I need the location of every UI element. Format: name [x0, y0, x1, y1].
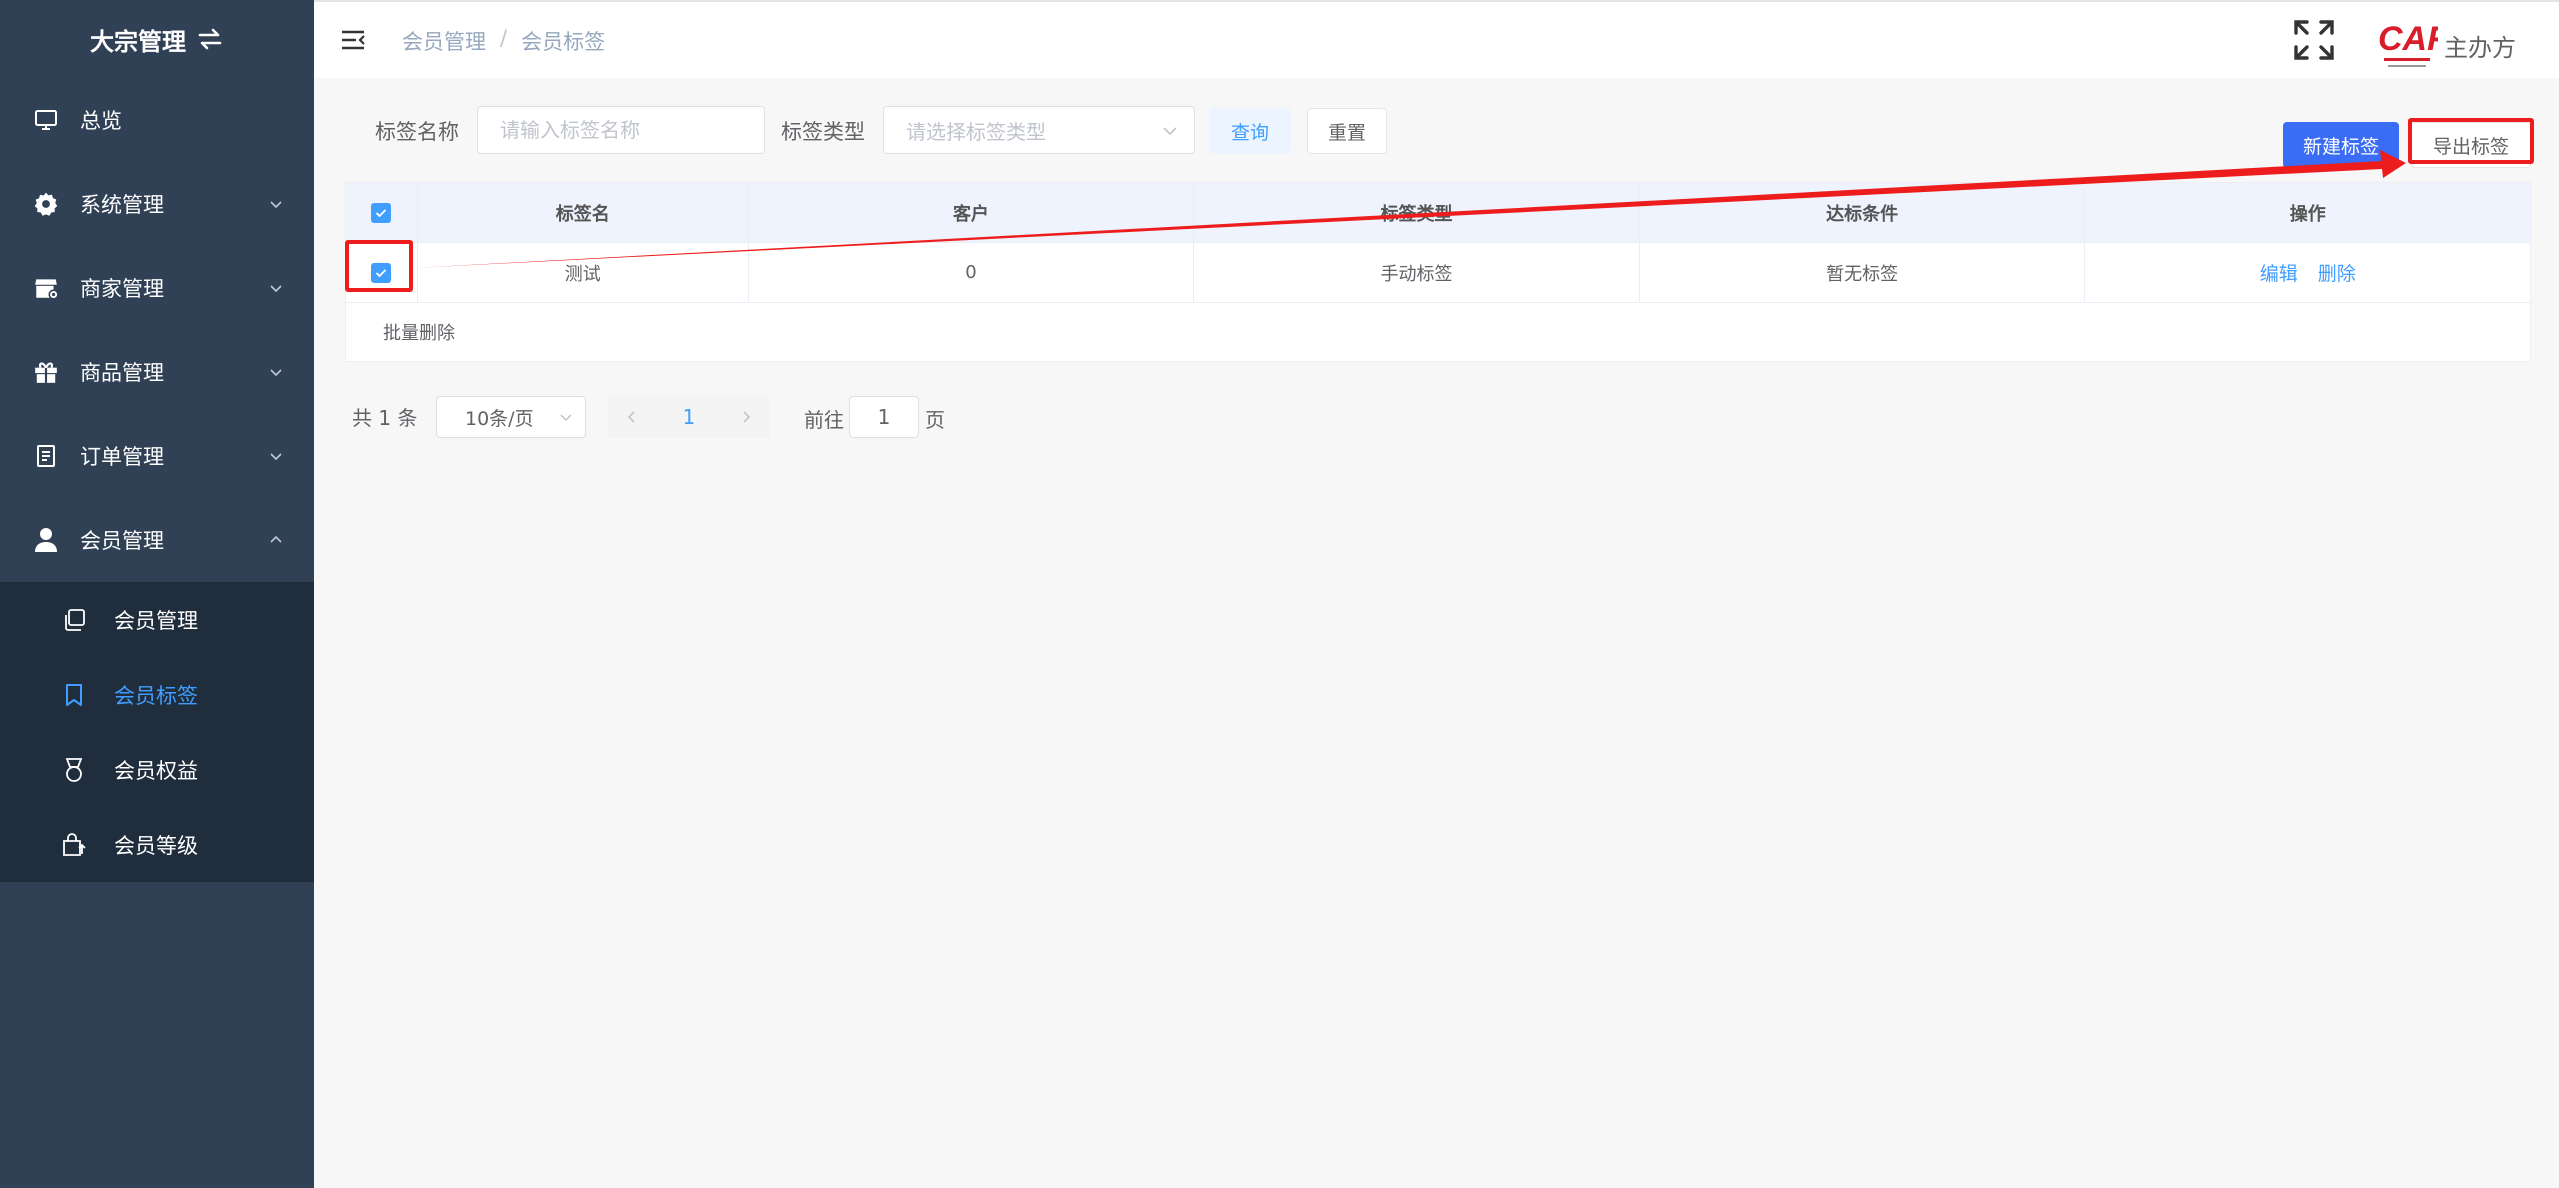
fullscreen-icon[interactable]: [2292, 18, 2336, 62]
submenu-item-label: 会员等级: [114, 833, 198, 858]
tag-name-cell: 测试: [418, 243, 749, 302]
annotation-box-export: [2408, 118, 2534, 164]
select-all-checkbox[interactable]: [371, 202, 392, 223]
column-header: 标签类型: [1194, 183, 1640, 242]
next-page-button[interactable]: [722, 396, 770, 438]
submenu-item-label: 会员管理: [114, 608, 198, 633]
chevron-down-icon: [270, 453, 282, 461]
chevron-up-icon: [270, 535, 282, 543]
menu-collapse-icon[interactable]: [340, 28, 366, 52]
store-icon: [32, 274, 60, 302]
tag-type-select[interactable]: 请选择标签类型: [883, 106, 1195, 154]
sidebar: 大宗管理 总览 系统管理 商家管理 商品管理 订单管理 会员管理 会员管理 会员…: [0, 0, 314, 1188]
gift-icon: [32, 358, 60, 386]
page-number-current[interactable]: 1: [656, 396, 722, 438]
sidebar-item-label: 总览: [80, 109, 122, 133]
prev-page-button[interactable]: [608, 396, 656, 438]
tags-table: 标签名 客户 标签类型 达标条件 操作 测试 0 手动标签 暂无标签 编辑 删除…: [345, 182, 2531, 362]
host-logo: CAF: [2376, 16, 2449, 74]
monitor-icon: [32, 106, 60, 134]
column-header: 标签名: [418, 183, 749, 242]
chevron-right-icon: [743, 411, 751, 423]
tag-name-label: 标签名称: [375, 120, 459, 144]
chevron-down-icon: [270, 285, 282, 293]
chevron-down-icon: [270, 369, 282, 377]
page-size-select[interactable]: 10条/页: [436, 396, 586, 438]
submenu-item-label: 会员标签: [114, 683, 198, 708]
new-tag-button[interactable]: 新建标签: [2283, 122, 2399, 168]
query-button[interactable]: 查询: [1209, 108, 1291, 154]
gear-icon: [32, 190, 60, 218]
sidebar-item-label: 商家管理: [80, 277, 164, 301]
page-suffix-label: 页: [925, 408, 945, 432]
chevron-down-icon: [270, 201, 282, 209]
reset-button[interactable]: 重置: [1307, 108, 1387, 154]
total-count: 共 1 条: [352, 405, 418, 430]
sidebar-item-merchant[interactable]: 商家管理: [0, 246, 314, 330]
chevron-down-icon: [560, 414, 572, 422]
submenu-item-member-benefits[interactable]: 会员权益: [0, 732, 314, 807]
column-header: 客户: [749, 183, 1195, 242]
page-size-value: 10条/页: [465, 407, 534, 430]
batch-delete-button[interactable]: 批量删除: [383, 319, 455, 345]
batch-actions-row: 批量删除: [346, 303, 2530, 361]
bookmark-icon: [60, 681, 88, 709]
submenu-item-member-tags[interactable]: 会员标签: [0, 657, 314, 732]
medal-icon: [60, 756, 88, 784]
edit-link[interactable]: 编辑: [2260, 259, 2298, 286]
swap-icon[interactable]: [196, 27, 224, 51]
sidebar-item-label: 系统管理: [80, 193, 164, 217]
document-icon: [32, 442, 60, 470]
tag-type-placeholder: 请选择标签类型: [906, 119, 1046, 144]
goto-label: 前往: [804, 408, 844, 432]
delete-link[interactable]: 删除: [2318, 259, 2356, 286]
sidebar-title: 大宗管理: [0, 0, 314, 78]
condition-cell: 暂无标签: [1640, 243, 2086, 302]
chevron-left-icon: [627, 411, 635, 423]
select-all-cell: [346, 183, 418, 242]
sidebar-item-label: 会员管理: [80, 529, 164, 553]
submenu-item-label: 会员权益: [114, 758, 198, 783]
column-header: 操作: [2289, 203, 2326, 225]
tag-name-input[interactable]: [477, 106, 765, 154]
table-header-row: 标签名 客户 标签类型 达标条件 操作: [346, 183, 2530, 243]
top-header: 会员管理 / 会员标签 CAF 主办方: [314, 0, 2559, 78]
actions-cell: 编辑 删除: [2085, 243, 2530, 302]
sidebar-item-orders[interactable]: 订单管理: [0, 414, 314, 498]
host-label[interactable]: 主办方: [2444, 28, 2516, 63]
annotation-box-checkbox: [345, 240, 413, 292]
members-submenu: 会员管理 会员标签 会员权益 会员等级: [0, 582, 314, 882]
sidebar-item-label: 商品管理: [80, 361, 164, 385]
tag-type-label: 标签类型: [781, 120, 865, 144]
breadcrumb: 会员管理 / 会员标签: [402, 26, 605, 56]
sidebar-item-overview[interactable]: 总览: [0, 78, 314, 162]
sidebar-item-members[interactable]: 会员管理: [0, 498, 314, 582]
tag-type-cell: 手动标签: [1194, 243, 1640, 302]
copy-icon: [60, 606, 88, 634]
app-title: 大宗管理: [90, 27, 186, 56]
submenu-item-member-list[interactable]: 会员管理: [0, 582, 314, 657]
bag-icon: [60, 831, 88, 859]
breadcrumb-item[interactable]: 会员管理: [402, 26, 486, 56]
user-icon: [32, 526, 60, 554]
breadcrumb-separator: /: [500, 26, 508, 50]
customers-cell: 0: [749, 243, 1195, 302]
logo-text: CAF: [2378, 20, 2438, 58]
sidebar-item-goods[interactable]: 商品管理: [0, 330, 314, 414]
goto-page-input[interactable]: [849, 396, 919, 438]
table-row: 测试 0 手动标签 暂无标签 编辑 删除: [346, 243, 2530, 303]
sidebar-item-system[interactable]: 系统管理: [0, 162, 314, 246]
column-header: 达标条件: [1640, 183, 2086, 242]
pagination-total: 共 1 条: [352, 396, 417, 436]
chevron-down-icon: [1163, 127, 1177, 136]
breadcrumb-item: 会员标签: [521, 30, 606, 54]
annotation-arrow: [413, 150, 2406, 268]
submenu-item-member-levels[interactable]: 会员等级: [0, 807, 314, 882]
sidebar-item-label: 订单管理: [80, 445, 164, 469]
